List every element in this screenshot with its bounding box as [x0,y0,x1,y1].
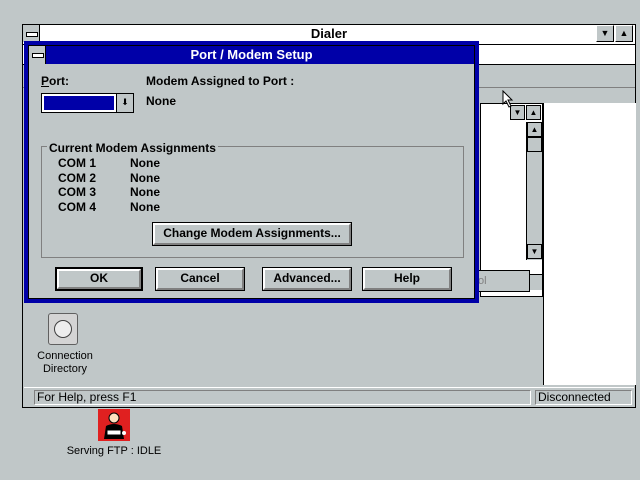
com-modem-value: None [130,185,160,199]
telephone-dial-icon[interactable] [48,313,78,345]
minimize-icon[interactable]: ▼ [596,25,614,42]
com-modem-value: None [130,200,160,214]
vertical-scrollbar[interactable]: ▲ ▼ [526,122,542,260]
group-title: Current Modem Assignments [47,141,218,155]
dropdown-arrow-icon[interactable]: ⬇ [116,94,133,112]
help-button[interactable]: Help [362,267,452,291]
dialog-title-bar[interactable]: Port / Modem Setup [29,46,474,64]
connection-status: Disconnected [535,390,632,405]
com-port-name: COM 2 [58,171,97,185]
modem-assigned-value: None [146,94,176,108]
right-pane [543,103,636,385]
scroll-up-arrow-icon[interactable]: ▲ [527,122,542,137]
cancel-button[interactable]: Cancel [155,267,245,291]
ok-button[interactable]: OK [55,267,143,291]
dialog-title: Port / Modem Setup [190,47,313,62]
scroll-up-icon[interactable]: ▲ [526,105,541,120]
scroll-down-arrow-icon[interactable]: ▼ [527,244,542,259]
partial-tool-button[interactable]: ol [475,270,530,292]
modem-assigned-label: Modem Assigned to Port : [146,74,295,88]
dialer-title: Dialer [310,26,348,41]
port-selection [44,96,114,110]
maximize-icon[interactable]: ▲ [615,25,633,42]
port-dropdown[interactable]: ⬇ [41,93,134,113]
com-port-name: COM 1 [58,156,97,170]
serving-ftp-label[interactable]: Serving FTP : IDLE [66,445,162,457]
status-bar: For Help, press F1 Disconnected [24,387,634,407]
advanced-button[interactable]: Advanced... [262,267,352,291]
com-modem-value: None [130,156,160,170]
change-modem-assignments-button[interactable]: Change Modem Assignments... [152,222,352,246]
help-status: For Help, press F1 [34,390,531,405]
dialog-body: Port / Modem Setup Port: ⬇ Modem Assigne… [28,45,475,299]
com-modem-value: None [130,171,160,185]
connection-directory-label[interactable]: Connection Directory [23,350,107,376]
port-modem-setup-dialog: Port / Modem Setup Port: ⬇ Modem Assigne… [24,41,479,303]
com-port-name: COM 4 [58,200,97,214]
partial-list-pane[interactable]: ▼ ▲ ▲ ▼ ► [480,103,543,297]
port-label: Port: [41,74,70,88]
com-port-name: COM 3 [58,185,97,199]
mouse-pointer-icon [502,90,514,108]
ftp-server-icon[interactable] [98,409,130,441]
scroll-thumb[interactable] [527,137,542,152]
